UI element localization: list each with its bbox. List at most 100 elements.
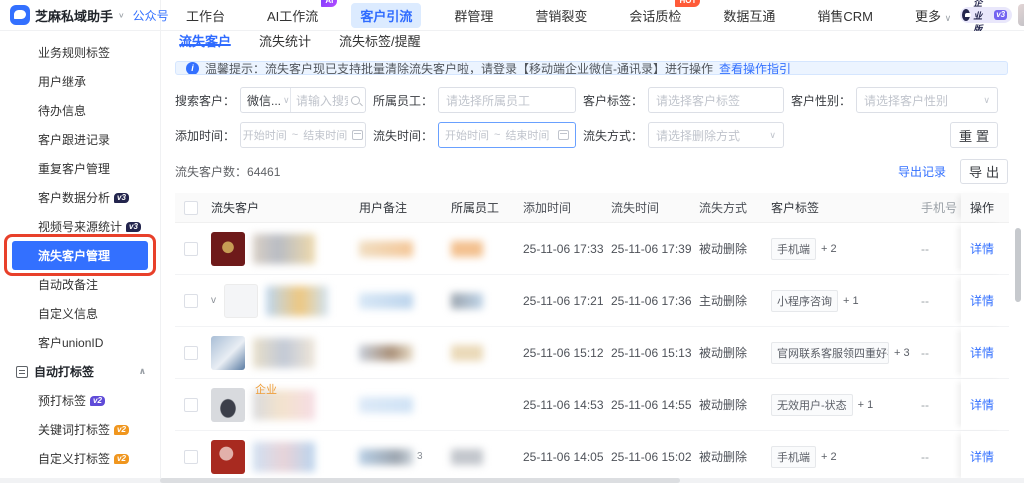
export-button[interactable]: 导 出: [960, 159, 1008, 184]
nav-item-more[interactable]: 更多 ∨: [906, 3, 960, 28]
table-row: 25-11-06 17:33 25-11-06 17:39 被动删除 手机端 + …: [175, 223, 1009, 275]
table-header-row: 流失客户 用户备注 所属员工 添加时间 流失时间 流失方式 客户标签 手机号 操…: [175, 193, 1009, 223]
reset-button[interactable]: 重 置: [950, 122, 998, 148]
sidebar-item-customer-unionid[interactable]: 客户unionID: [0, 328, 160, 357]
chevron-down-icon: ∨: [769, 129, 776, 140]
lost-way: 被动删除: [699, 398, 748, 412]
tab-bar: 流失客户 流失统计 流失标签/提醒: [161, 31, 1024, 50]
sidebar-item-business-rule-tags[interactable]: 业务规则标签: [0, 38, 160, 67]
header-customer-tag: 客户标签: [771, 201, 820, 215]
select-all-checkbox[interactable]: [184, 200, 198, 215]
lost-way-label: 流失方式：: [583, 128, 644, 143]
tab-lost-tags-reminder[interactable]: 流失标签/提醒: [339, 31, 421, 50]
edition-badge: 企业版 v3: [960, 0, 1013, 34]
header-remark: 用户备注: [359, 201, 408, 215]
table-row: v 25-11-06 17:21 25-11-06 17:36 主动删除 小程序…: [175, 275, 1009, 327]
chevron-down-icon[interactable]: ∨: [118, 11, 125, 20]
add-time-label: 添加时间：: [175, 128, 236, 143]
sidebar-item-duplicate-customers[interactable]: 重复客户管理: [0, 154, 160, 183]
detail-link[interactable]: 详情: [970, 344, 994, 361]
tag-more-count: + 1: [843, 294, 859, 307]
user-avatar[interactable]: [1018, 4, 1024, 26]
added-time: 25-11-06 17:33: [523, 241, 604, 256]
lost-customer-table: 流失客户 用户备注 所属员工 添加时间 流失时间 流失方式 客户标签 手机号 操…: [175, 193, 1009, 483]
sidebar-item-customer-analytics[interactable]: 客户数据分析 v3: [0, 183, 160, 212]
sidebar-item-followup-records[interactable]: 客户跟进记录: [0, 125, 160, 154]
tab-lost-statistics[interactable]: 流失统计: [259, 31, 311, 50]
notice-text: 温馨提示：流失客户现已支持批量清除流失客户啦，请登录【移动端企业微信-通讯录】进…: [205, 61, 713, 75]
vertical-scrollbar[interactable]: [1015, 228, 1021, 302]
header-lost-time: 流失时间: [611, 201, 660, 215]
detail-link[interactable]: 详情: [970, 292, 994, 309]
lost-time: 25-11-06 15:13: [611, 345, 692, 360]
row-checkbox[interactable]: [184, 241, 198, 256]
detail-link[interactable]: 详情: [970, 448, 994, 465]
avatar-note: v: [211, 295, 216, 306]
lost-way-select[interactable]: 请选择删除方式 ∨: [648, 122, 784, 148]
row-checkbox[interactable]: [184, 293, 198, 308]
gender-select[interactable]: 请选择客户性别 ∨: [856, 87, 998, 113]
nav-item-customer-acquisition[interactable]: 客户引流: [351, 2, 422, 28]
staff-label: 所属员工：: [373, 93, 434, 108]
main-content: 流失客户 流失统计 流失标签/提醒 i 温馨提示：流失客户现已支持批量清除流失客…: [161, 31, 1024, 483]
search-type-select[interactable]: 微信... ∨: [241, 88, 291, 112]
notice-banner: i 温馨提示：流失客户现已支持批量清除流失客户啦，请登录【移动端企业微信-通讯录…: [175, 61, 1008, 75]
calendar-icon: [558, 130, 569, 140]
blurred-remark: [359, 292, 413, 309]
nav-item-sales-crm[interactable]: 销售CRM: [808, 3, 882, 28]
search-icon[interactable]: [351, 95, 360, 105]
row-checkbox[interactable]: [184, 397, 198, 412]
search-input[interactable]: 请输入搜索内容: [291, 88, 365, 112]
sidebar-item-video-source-stats[interactable]: 视频号来源统计 v3: [0, 212, 160, 241]
sidebar-item-user-inherit[interactable]: 用户继承: [0, 67, 160, 96]
lost-way: 被动删除: [699, 346, 748, 360]
lost-time-range-picker[interactable]: 开始时间 ~ 结束时间: [438, 122, 576, 148]
nav-item-marketing-fission[interactable]: 营销裂变: [526, 3, 596, 28]
tab-lost-customers[interactable]: 流失客户: [179, 31, 232, 50]
sidebar-item-pre-tagging[interactable]: 预打标签 v2: [0, 386, 160, 415]
sidebar: 业务规则标签 用户继承 待办信息 客户跟进记录 重复客户管理 客户数据分析 v3 …: [0, 31, 161, 483]
sidebar-item-custom-info[interactable]: 自定义信息: [0, 299, 160, 328]
row-checkbox[interactable]: [184, 345, 198, 360]
customer-avatar: [211, 387, 245, 422]
header-staff: 所属员工: [451, 201, 500, 215]
sidebar-section-auto-tagging[interactable]: 自动打标签 ∧: [0, 357, 160, 386]
blurred-remark: [359, 240, 413, 257]
v2-badge: v2: [114, 424, 129, 435]
chevron-up-icon: ∧: [138, 366, 146, 376]
header-lost-way: 流失方式: [699, 201, 748, 215]
top-nav: 工作台 AI工作流 AI 客户引流 群管理 营销裂变 会话质检 HOT 数据互通 销…: [161, 0, 960, 28]
detail-link[interactable]: 详情: [970, 396, 994, 413]
add-time-range-picker[interactable]: 开始时间 ~ 结束时间: [240, 122, 366, 148]
staff-select[interactable]: 请选择所属员工: [438, 87, 576, 113]
sidebar-item-lost-customer-management[interactable]: 流失客户管理: [12, 241, 148, 270]
nav-item-data-interchange[interactable]: 数据互通: [714, 3, 784, 28]
sidebar-item-custom-tagging[interactable]: 自定义打标签 v2: [0, 444, 160, 473]
tag-more-count: + 2: [821, 242, 837, 255]
nav-item-ai-workflow[interactable]: AI工作流 AI: [258, 0, 338, 28]
nav-item-chat-inspection[interactable]: 会话质检 HOT: [620, 0, 701, 28]
nav-item-workbench[interactable]: 工作台: [177, 3, 234, 28]
phone-value: --: [921, 449, 929, 464]
export-record-link[interactable]: 导出记录: [898, 163, 946, 180]
nav-item-group-management[interactable]: 群管理: [445, 3, 502, 28]
customer-tag: 无效用户-状态: [771, 393, 853, 416]
brand[interactable]: 芝麻私域助手 ∨ 公众号: [0, 0, 169, 30]
row-checkbox[interactable]: [184, 449, 198, 464]
lost-time: 25-11-06 14:55: [611, 397, 692, 412]
ai-badge: AI: [321, 0, 338, 7]
blurred-staff: [451, 292, 483, 309]
customer-tag: 手机端: [771, 237, 816, 260]
sidebar-item-keyword-tagging[interactable]: 关键词打标签 v2: [0, 415, 160, 444]
view-guide-link[interactable]: 查看操作指引: [719, 62, 791, 74]
tag-more-count: + 3: [894, 346, 910, 359]
customer-avatar: [211, 439, 245, 474]
blurred-staff: [451, 344, 483, 361]
detail-link[interactable]: 详情: [970, 240, 994, 257]
range-separator: ~: [291, 129, 299, 141]
edition-logo-icon: [962, 9, 972, 21]
customer-tag-select[interactable]: 请选择客户标签: [648, 87, 784, 113]
sidebar-item-auto-remark[interactable]: 自动改备注: [0, 270, 160, 299]
sidebar-item-todo-info[interactable]: 待办信息: [0, 96, 160, 125]
horizontal-scrollbar-thumb[interactable]: [160, 478, 680, 483]
